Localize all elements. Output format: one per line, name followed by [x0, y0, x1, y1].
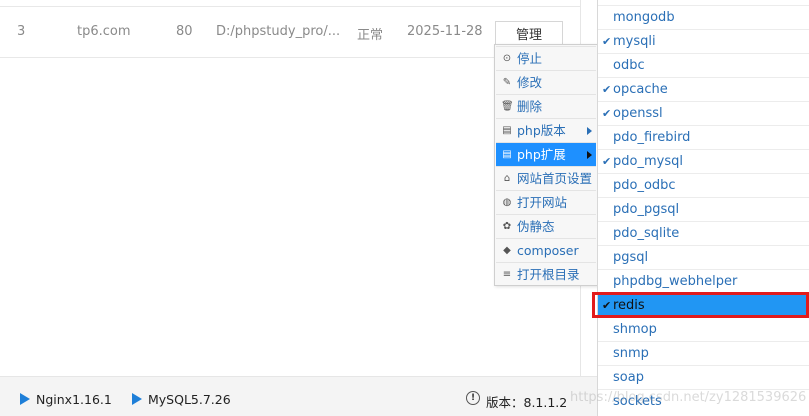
menu-item-label: 打开网站: [517, 195, 568, 210]
menu-item-3[interactable]: ▤ php版本: [496, 118, 596, 142]
extension-label: pdo_odbc: [613, 178, 676, 193]
menu-item-label: 伪静态: [517, 219, 555, 234]
extension-item-pdo-firebird[interactable]: pdo_firebird: [598, 125, 809, 149]
php-extension-submenu: mongodb ✔ mysqli odbc ✔ opcache ✔ openssl pdo_fi…: [597, 0, 809, 416]
check-icon: ✔: [602, 299, 612, 312]
extension-label: pdo_firebird: [613, 130, 691, 145]
play-icon: [20, 393, 30, 405]
extension-label: pgsql: [613, 250, 649, 265]
extension-item-pdo-sqlite[interactable]: pdo_sqlite: [598, 221, 809, 245]
menu-item-6[interactable]: ◍ 打开网站: [496, 190, 596, 214]
extension-label: openssl: [613, 106, 663, 121]
nginx-label: Nginx1.16.1: [36, 392, 112, 407]
site-domain: tp6.com: [77, 24, 131, 39]
extension-label: sockets: [613, 394, 662, 409]
site-status: 正常: [357, 28, 384, 43]
list-icon: ≡: [502, 269, 512, 280]
menu-item-label: 打开根目录: [517, 267, 580, 282]
submenu-arrow-icon: [587, 127, 592, 135]
site-date: 2025-11-28: [407, 24, 483, 39]
info-icon: !: [466, 391, 480, 405]
stop-icon: ⊙: [502, 53, 512, 64]
extension-label: shmop: [613, 322, 657, 337]
site-path: D:/phpstudy_pro/...: [216, 24, 341, 39]
home-icon: ⌂: [503, 173, 511, 184]
menu-item-5[interactable]: ⌂ 网站首页设置: [496, 166, 596, 190]
extension-item-redis[interactable]: ✔ redis: [598, 293, 809, 317]
extension-item-snmp[interactable]: snmp: [598, 341, 809, 365]
menu-item-9[interactable]: ≡ 打开根目录: [496, 262, 596, 286]
check-icon: ✔: [602, 107, 612, 120]
menu-item-4[interactable]: ▤ php扩展: [496, 142, 596, 166]
extension-item-sockets[interactable]: sockets: [598, 389, 809, 413]
menu-item-1[interactable]: ✎ 修改: [496, 70, 596, 94]
extension-item-mongodb[interactable]: mongodb: [598, 5, 809, 29]
status-bar: Nginx1.16.1 MySQL5.7.26 ! 版本：8.1.1.2: [0, 376, 597, 416]
menu-item-label: 删除: [517, 99, 543, 114]
extension-label: mysqli: [613, 34, 656, 49]
extension-label: odbc: [613, 58, 645, 73]
submenu-arrow-icon: [587, 151, 592, 159]
menu-item-2[interactable]: 🗑 删除: [496, 94, 596, 118]
extension-item-soap[interactable]: soap: [598, 365, 809, 389]
extension-label: snmp: [613, 346, 649, 361]
globe-icon: ◍: [502, 197, 512, 208]
menu-item-label: php扩展: [517, 147, 566, 162]
menu-item-label: php版本: [517, 123, 566, 138]
extension-label: redis: [613, 298, 645, 313]
extension-label: phpdbg_webhelper: [613, 274, 738, 289]
site-id: 3: [17, 24, 26, 39]
composer-icon: ◆: [503, 245, 511, 256]
check-icon: ✔: [602, 83, 612, 96]
menu-item-0[interactable]: ⊙ 停止: [496, 46, 596, 70]
check-icon: ✔: [602, 35, 612, 48]
extension-item-odbc[interactable]: odbc: [598, 53, 809, 77]
php-version-icon: ▤: [502, 125, 512, 136]
extension-label: pdo_sqlite: [613, 226, 680, 241]
site-port: 80: [176, 24, 193, 39]
menu-item-label: 网站首页设置: [517, 171, 593, 186]
extension-item-pgsql[interactable]: pgsql: [598, 245, 809, 269]
extension-item-opcache[interactable]: ✔ opcache: [598, 77, 809, 101]
extension-label: mongodb: [613, 10, 675, 25]
menu-item-label: composer: [517, 243, 579, 258]
php-extension-icon: ▤: [502, 149, 512, 160]
extension-item-shmop[interactable]: shmop: [598, 317, 809, 341]
gear-icon: ✿: [502, 221, 512, 232]
menu-item-label: 修改: [517, 75, 543, 90]
mysql-service[interactable]: MySQL5.7.26: [132, 392, 231, 407]
extension-item-pdo-pgsql[interactable]: pdo_pgsql: [598, 197, 809, 221]
extension-item-phpdbg-webhelper[interactable]: phpdbg_webhelper: [598, 269, 809, 293]
check-icon: ✔: [602, 155, 612, 168]
extension-item-openssl[interactable]: ✔ openssl: [598, 101, 809, 125]
nginx-service[interactable]: Nginx1.16.1: [20, 392, 112, 407]
trash-icon: 🗑: [501, 101, 514, 112]
menu-item-label: 停止: [517, 51, 543, 66]
play-icon: [132, 393, 142, 405]
extension-label: pdo_pgsql: [613, 202, 680, 217]
mysql-label: MySQL5.7.26: [148, 392, 231, 407]
extension-label: pdo_mysql: [613, 154, 683, 169]
version-label: 版本：8.1.1.2: [486, 395, 568, 410]
menu-item-8[interactable]: ◆ composer: [496, 238, 596, 262]
extension-item-pdo-odbc[interactable]: pdo_odbc: [598, 173, 809, 197]
manage-context-menu: ⊙ 停止 ✎ 修改 🗑 删除 ▤ php版本 ▤ php扩展 ⌂ 网站首页设置 ◍ 打开网站 ✿ 伪静态 ◆ co…: [494, 44, 598, 286]
extension-label: opcache: [613, 82, 668, 97]
table-row[interactable]: 3 tp6.com 80 D:/phpstudy_pro/... 正常 2025…: [0, 6, 580, 58]
menu-item-7[interactable]: ✿ 伪静态: [496, 214, 596, 238]
extension-item-pdo-mysql[interactable]: ✔ pdo_mysql: [598, 149, 809, 173]
extension-item-mysqli[interactable]: ✔ mysqli: [598, 29, 809, 53]
edit-icon: ✎: [502, 77, 512, 88]
extension-label: soap: [613, 370, 644, 385]
